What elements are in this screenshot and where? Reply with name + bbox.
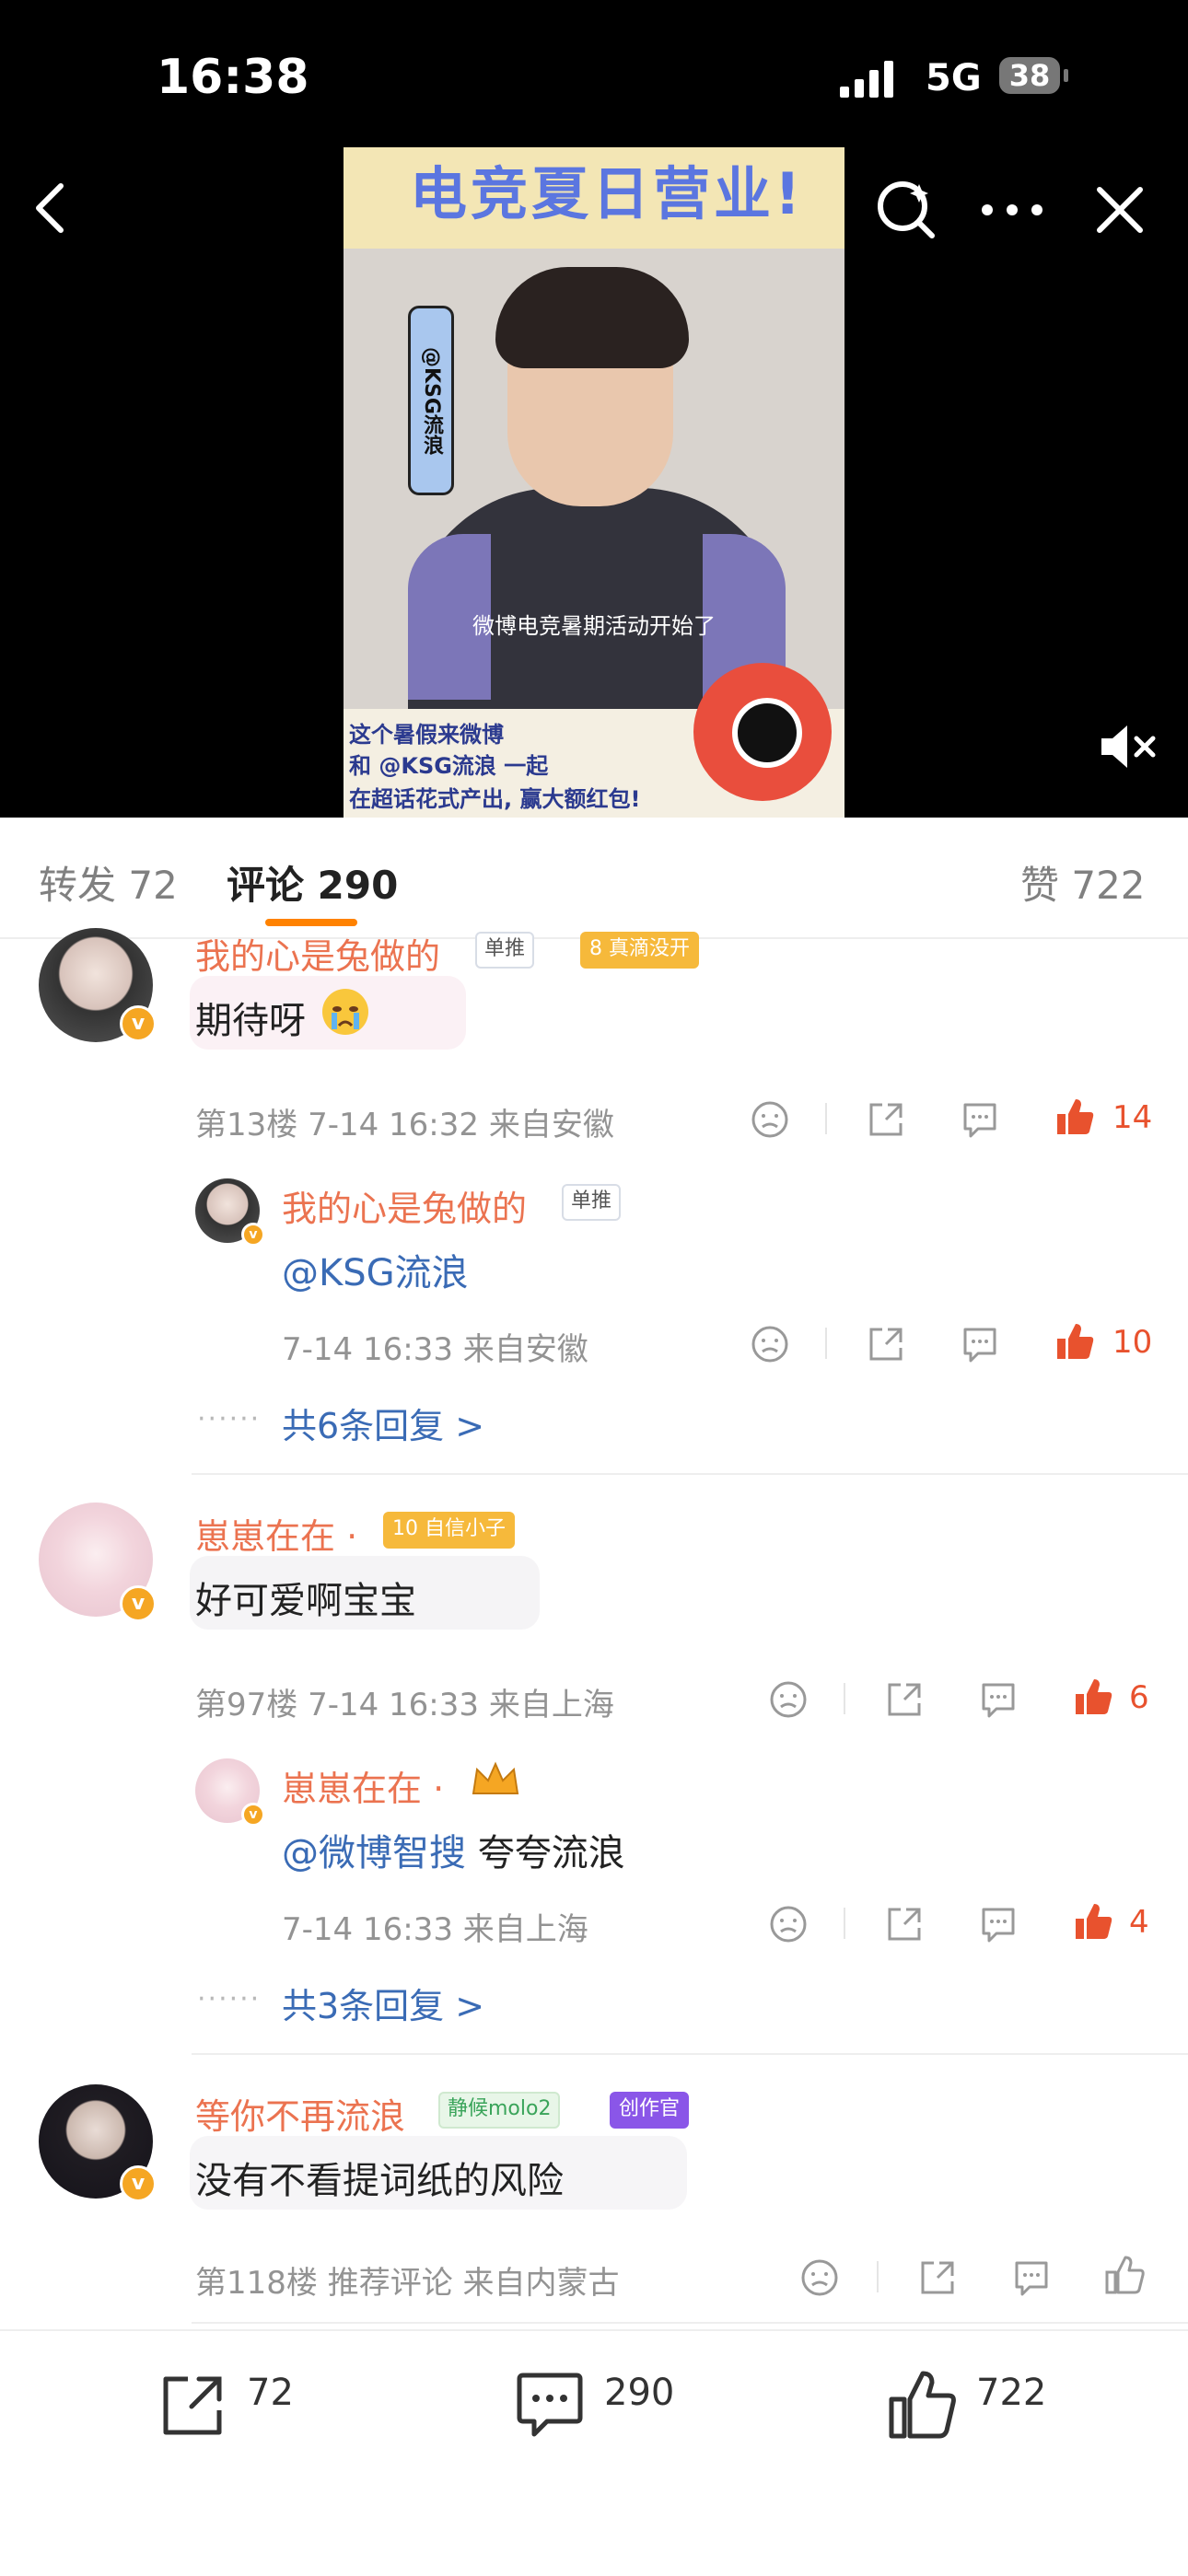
tab-bar: 转发 72 评论 290 赞 722 — [0, 818, 1188, 939]
share-icon[interactable] — [884, 1904, 925, 1948]
comment-count[interactable]: 290 — [604, 2372, 674, 2414]
level-badge: 8 真滴没开 — [580, 932, 699, 969]
comment-text: 没有不看提词纸的风险 — [195, 2160, 564, 2202]
reply-icon[interactable] — [978, 1904, 1019, 1948]
reply-text: @微博智搜 夸夸流浪 — [282, 1832, 625, 1874]
like-icon[interactable] — [1072, 1676, 1114, 1722]
tab-indicator — [265, 919, 357, 926]
signal-icon — [840, 61, 906, 101]
like-count: 10 — [1112, 1324, 1153, 1361]
reply-meta: 7-14 16:33 来自安徽 — [282, 1331, 588, 1368]
comment-meta: 第13楼 7-14 16:32 来自安徽 — [195, 1107, 614, 1143]
reply-icon[interactable] — [960, 1324, 1000, 1368]
view-replies-link[interactable]: 共3条回复 > — [282, 1978, 484, 2028]
dislike-icon[interactable] — [768, 1679, 809, 1723]
comment-username[interactable]: 我的心是兔做的 — [195, 928, 440, 979]
verified-icon: v — [241, 1803, 265, 1827]
video-tag: @KSG流浪 — [408, 306, 454, 495]
tab-comments[interactable]: 评论 290 — [227, 854, 398, 911]
like-icon[interactable] — [1103, 2254, 1146, 2300]
share-icon[interactable] — [884, 1679, 925, 1723]
dislike-icon[interactable] — [750, 1099, 790, 1143]
level-badge: 10 自信小子 — [383, 1512, 515, 1549]
verified-icon: v — [241, 1223, 265, 1247]
comment-icon[interactable] — [514, 2372, 588, 2445]
video-banner: 电竞夏日营业! — [344, 147, 844, 249]
dislike-icon[interactable] — [799, 2257, 840, 2302]
view-replies-link[interactable]: 共6条回复 > — [282, 1398, 484, 1448]
crown-icon — [470, 1758, 521, 1804]
repost-count[interactable]: 72 — [247, 2372, 294, 2414]
reply-meta: 7-14 16:33 来自上海 — [282, 1911, 588, 1948]
tab-repost[interactable]: 转发 72 — [39, 854, 178, 911]
video-caption: 微博电竞暑期活动开始了 — [472, 613, 716, 639]
bottom-action-bar: 72 290 722 — [0, 2329, 1188, 2576]
comment-username[interactable]: 等你不再流浪 — [195, 2088, 405, 2139]
share-icon[interactable] — [866, 1099, 906, 1143]
reply-text[interactable]: @KSG流浪 — [282, 1243, 469, 1296]
comment-meta: 第118楼 推荐评论 来自内蒙古 — [195, 2265, 620, 2302]
reply-icon[interactable] — [1011, 2257, 1052, 2302]
like-count: 6 — [1129, 1679, 1149, 1716]
crying-emoji-icon — [320, 987, 370, 1040]
mascot-image — [693, 663, 832, 801]
repost-icon[interactable] — [158, 2373, 228, 2443]
search-icon[interactable] — [875, 179, 939, 247]
like-icon[interactable] — [1072, 1900, 1114, 1946]
reply-icon[interactable] — [978, 1679, 1019, 1723]
reply-icon[interactable] — [960, 1099, 1000, 1143]
status-time: 16:38 — [157, 50, 309, 105]
comment-text: 期待呀 — [195, 1000, 306, 1042]
dislike-icon[interactable] — [750, 1324, 790, 1368]
like-icon[interactable] — [886, 2368, 960, 2445]
share-icon[interactable] — [866, 1324, 906, 1368]
more-icon[interactable] — [980, 201, 1044, 223]
mute-icon[interactable] — [1098, 724, 1157, 773]
dislike-icon[interactable] — [768, 1904, 809, 1948]
comment-username[interactable]: 崽崽在在 · — [195, 1508, 357, 1559]
fan-badge: 静候molo2 — [438, 2092, 561, 2129]
fan-badge: 单推 — [562, 1184, 622, 1221]
fan-badge: 单推 — [475, 932, 535, 969]
creator-badge: 创作官 — [610, 2092, 690, 2129]
back-icon[interactable] — [28, 180, 74, 239]
like-count: 4 — [1129, 1904, 1149, 1941]
video-player[interactable]: 电竞夏日营业! @KSG流浪 微博电竞暑期活动开始了 这个暑假来微博 和 @KS… — [344, 147, 844, 818]
comment-text: 好可爱啊宝宝 — [195, 1580, 416, 1622]
close-icon[interactable] — [1094, 184, 1146, 239]
reply-username[interactable]: 我的心是兔做的 — [282, 1180, 527, 1231]
network-type: 5G — [926, 57, 982, 99]
comment-meta: 第97楼 7-14 16:33 来自上海 — [195, 1687, 614, 1723]
share-icon[interactable] — [917, 2257, 958, 2302]
verified-icon: v — [120, 2165, 157, 2202]
tab-likes[interactable]: 赞 722 — [1020, 854, 1146, 911]
like-icon[interactable] — [1054, 1320, 1096, 1366]
verified-icon: v — [120, 1005, 157, 1042]
like-count: 14 — [1112, 1099, 1153, 1136]
battery-icon: 38 — [999, 57, 1068, 94]
verified-icon: v — [120, 1585, 157, 1622]
like-count[interactable]: 722 — [976, 2372, 1046, 2414]
like-icon[interactable] — [1054, 1096, 1096, 1142]
reply-username[interactable]: 崽崽在在 · — [282, 1760, 444, 1811]
